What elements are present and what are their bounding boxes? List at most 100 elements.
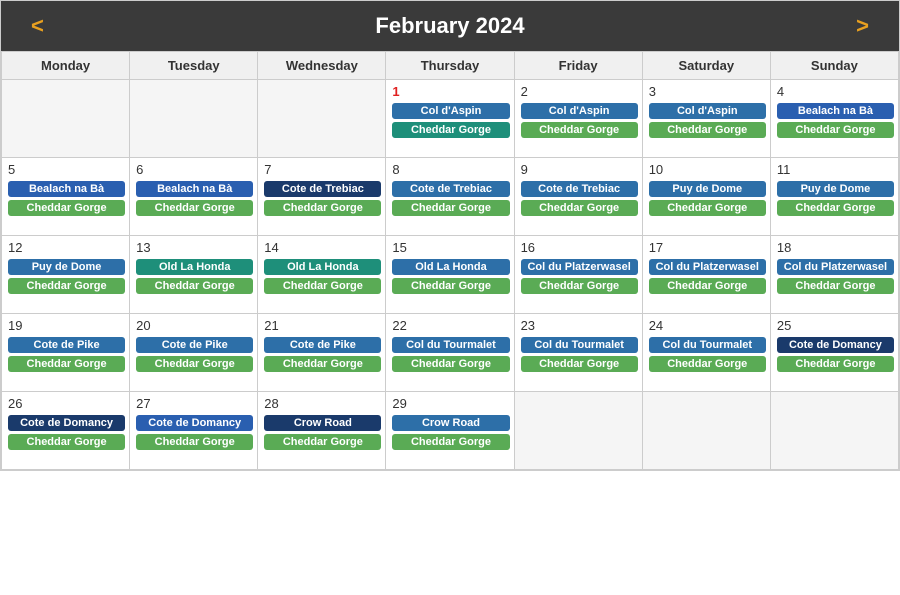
calendar-event[interactable]: Puy de Dome (777, 181, 894, 197)
day-number: 11 (777, 162, 894, 177)
calendar-event[interactable]: Col du Platzerwasel (521, 259, 638, 275)
calendar-event[interactable]: Cheddar Gorge (8, 200, 125, 216)
calendar-event[interactable]: Cheddar Gorge (264, 200, 381, 216)
calendar-event[interactable]: Cheddar Gorge (136, 434, 253, 450)
calendar-event[interactable]: Cheddar Gorge (777, 278, 894, 294)
calendar-event[interactable]: Cheddar Gorge (392, 278, 509, 294)
day-cell: 2 Col d'Aspin Cheddar Gorge (515, 80, 643, 158)
calendar-event[interactable]: Cheddar Gorge (521, 200, 638, 216)
calendar-event[interactable]: Old La Honda (392, 259, 509, 275)
day-cell: 18Col du PlatzerwaselCheddar Gorge (771, 236, 899, 314)
calendar-event[interactable]: Col d'Aspin (521, 103, 638, 119)
calendar-event[interactable]: Cheddar Gorge (264, 434, 381, 450)
calendar-event[interactable]: Crow Road (264, 415, 381, 431)
calendar-event[interactable]: Cote de Pike (136, 337, 253, 353)
calendar-event[interactable]: Col du Platzerwasel (777, 259, 894, 275)
day-number: 2 (521, 84, 638, 99)
calendar-event[interactable]: Bealach na Bà (777, 103, 894, 119)
day-cell: 28 Crow Road Cheddar Gorge (258, 392, 386, 470)
day-cell: 20 Cote de Pike Cheddar Gorge (130, 314, 258, 392)
calendar-event[interactable]: Cote de Domancy (8, 415, 125, 431)
calendar-event[interactable]: Cote de Pike (8, 337, 125, 353)
prev-month-button[interactable]: < (31, 13, 44, 39)
calendar-event[interactable]: Cheddar Gorge (649, 356, 766, 372)
calendar-event[interactable]: Col d'Aspin (392, 103, 509, 119)
day-number: 27 (136, 396, 253, 411)
day-cell: 25Cote de DomancyCheddar Gorge (771, 314, 899, 392)
day-number: 10 (649, 162, 766, 177)
calendar-event[interactable]: Crow Road (392, 415, 509, 431)
day-cell: 1 Col d'Aspin Cheddar Gorge (386, 80, 514, 158)
day-number: 4 (777, 84, 894, 99)
day-number: 20 (136, 318, 253, 333)
day-cell (643, 392, 771, 470)
calendar-event[interactable]: Puy de Dome (8, 259, 125, 275)
calendar-event[interactable]: Cheddar Gorge (392, 122, 509, 138)
day-number: 14 (264, 240, 381, 255)
calendar-event[interactable]: Bealach na Bà (136, 181, 253, 197)
day-cell: 19Cote de PikeCheddar Gorge (2, 314, 130, 392)
calendar-event[interactable]: Old La Honda (136, 259, 253, 275)
calendar-event[interactable]: Cheddar Gorge (136, 200, 253, 216)
calendar-event[interactable]: Puy de Dome (649, 181, 766, 197)
day-cell: 7Cote de TrebiacCheddar Gorge (258, 158, 386, 236)
calendar-event[interactable]: Cote de Trebiac (521, 181, 638, 197)
calendar-event[interactable]: Cheddar Gorge (392, 356, 509, 372)
calendar-event[interactable]: Cote de Domancy (136, 415, 253, 431)
day-cell: 17Col du PlatzerwaselCheddar Gorge (643, 236, 771, 314)
calendar-event[interactable]: Cheddar Gorge (136, 356, 253, 372)
calendar-event[interactable]: Cote de Trebiac (264, 181, 381, 197)
calendar-event[interactable]: Cheddar Gorge (649, 122, 766, 138)
calendar-event[interactable]: Cheddar Gorge (8, 434, 125, 450)
day-cell: 10 Puy de Dome Cheddar Gorge (643, 158, 771, 236)
calendar-event[interactable]: Cheddar Gorge (8, 278, 125, 294)
calendar-event[interactable]: Cote de Pike (264, 337, 381, 353)
day-cell: 29 Crow Road Cheddar Gorge (386, 392, 514, 470)
day-cell: 8Cote de TrebiacCheddar Gorge (386, 158, 514, 236)
day-number: 13 (136, 240, 253, 255)
calendar-event[interactable]: Cheddar Gorge (264, 356, 381, 372)
day-number: 15 (392, 240, 509, 255)
day-number: 1 (392, 84, 509, 99)
calendar-event[interactable]: Cheddar Gorge (649, 200, 766, 216)
day-number: 26 (8, 396, 125, 411)
day-cell: 16 Col du Platzerwasel Cheddar Gorge (515, 236, 643, 314)
calendar-event[interactable]: Cheddar Gorge (264, 278, 381, 294)
calendar-event[interactable]: Cheddar Gorge (521, 278, 638, 294)
calendar-event[interactable]: Col du Platzerwasel (649, 259, 766, 275)
day-cell: 22Col du TourmaletCheddar Gorge (386, 314, 514, 392)
calendar-event[interactable]: Old La Honda (264, 259, 381, 275)
day-cell: 4 Bealach na Bà Cheddar Gorge (771, 80, 899, 158)
calendar-event[interactable]: Cheddar Gorge (136, 278, 253, 294)
calendar-event[interactable]: Cheddar Gorge (392, 200, 509, 216)
calendar-event[interactable]: Col du Tourmalet (521, 337, 638, 353)
day-cell: 15 Old La Honda Cheddar Gorge (386, 236, 514, 314)
calendar-event[interactable]: Col du Tourmalet (649, 337, 766, 353)
calendar-event[interactable]: Col du Tourmalet (392, 337, 509, 353)
calendar-event[interactable]: Cheddar Gorge (649, 278, 766, 294)
calendar: < February 2024 > MondayTuesdayWednesday… (0, 0, 900, 471)
calendar-event[interactable]: Cheddar Gorge (777, 122, 894, 138)
day-header-friday: Friday (515, 52, 643, 80)
calendar-event[interactable]: Cheddar Gorge (521, 356, 638, 372)
calendar-event[interactable]: Col d'Aspin (649, 103, 766, 119)
day-number: 23 (521, 318, 638, 333)
next-month-button[interactable]: > (856, 13, 869, 39)
calendar-event[interactable]: Cheddar Gorge (8, 356, 125, 372)
calendar-event[interactable]: Cheddar Gorge (777, 200, 894, 216)
day-number: 16 (521, 240, 638, 255)
calendar-event[interactable]: Cote de Trebiac (392, 181, 509, 197)
calendar-event[interactable]: Cheddar Gorge (521, 122, 638, 138)
day-header-sunday: Sunday (771, 52, 899, 80)
day-number: 28 (264, 396, 381, 411)
calendar-event[interactable]: Cote de Domancy (777, 337, 894, 353)
calendar-event[interactable]: Bealach na Bà (8, 181, 125, 197)
day-number: 29 (392, 396, 509, 411)
calendar-event[interactable]: Cheddar Gorge (392, 434, 509, 450)
day-cell: 27 Cote de Domancy Cheddar Gorge (130, 392, 258, 470)
day-cell: 11 Puy de Dome Cheddar Gorge (771, 158, 899, 236)
day-header-thursday: Thursday (386, 52, 514, 80)
day-cell: 26 Cote de Domancy Cheddar Gorge (2, 392, 130, 470)
calendar-event[interactable]: Cheddar Gorge (777, 356, 894, 372)
day-cell (515, 392, 643, 470)
